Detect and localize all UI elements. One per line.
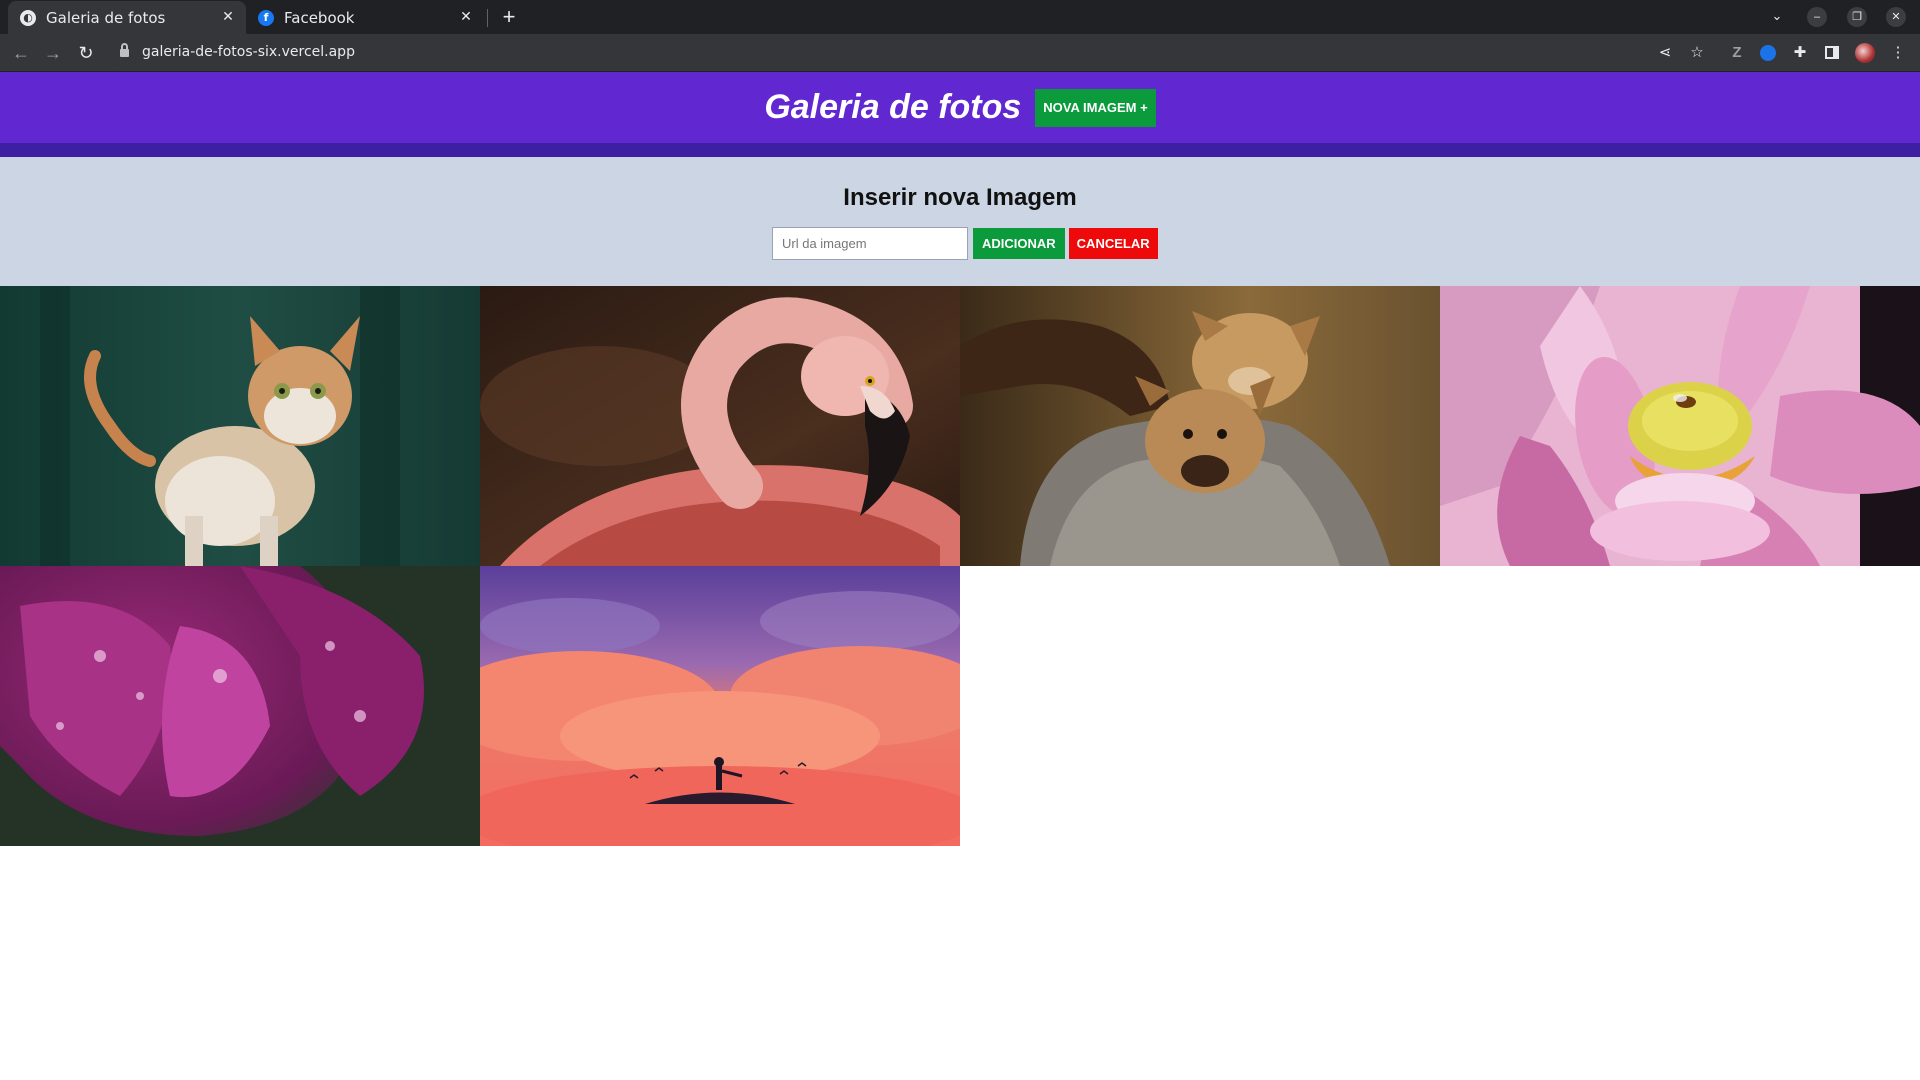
page-title: Galeria de fotos	[764, 88, 1022, 126]
close-window-button[interactable]: ✕	[1886, 7, 1906, 27]
header-divider-bar	[0, 143, 1920, 157]
image-url-input[interactable]	[772, 227, 968, 260]
new-image-button[interactable]: NOVA IMAGEM +	[1035, 88, 1156, 127]
extension-z-icon[interactable]: Z	[1727, 43, 1747, 63]
profile-avatar[interactable]	[1855, 43, 1875, 63]
extension-shazam-icon[interactable]	[1758, 43, 1778, 63]
cancel-button[interactable]: CANCELAR	[1068, 228, 1158, 259]
address-url[interactable]: galeria-de-fotos-six.vercel.app	[142, 44, 355, 60]
browser-toolbar: ← → ↻ galeria-de-fotos-six.vercel.app ⋖ …	[0, 34, 1920, 72]
puppies-image	[960, 286, 1440, 566]
back-arrow-icon[interactable]: ←	[10, 42, 32, 64]
close-tab-icon[interactable]: ✕	[458, 9, 474, 25]
tab-title: Galeria de fotos	[46, 8, 166, 27]
page: Galeria de fotos NOVA IMAGEM + Inserir n…	[0, 72, 1920, 1080]
site-header: Galeria de fotos NOVA IMAGEM +	[0, 72, 1920, 143]
gallery-image-flamingo[interactable]	[480, 286, 960, 566]
share-icon[interactable]: ⋖	[1655, 43, 1675, 63]
forward-arrow-icon[interactable]: →	[42, 42, 64, 64]
address-bar[interactable]: galeria-de-fotos-six.vercel.app	[108, 37, 1648, 69]
globe-icon: ◐	[20, 9, 36, 26]
gallery-image-cat[interactable]	[0, 286, 480, 566]
gallery-image-cloud-hill[interactable]	[480, 566, 960, 846]
tab-facebook[interactable]: f Facebook ✕	[246, 1, 484, 34]
tab-title: Facebook	[284, 8, 355, 27]
bookmark-star-icon[interactable]: ☆	[1687, 43, 1707, 63]
flamingo-image	[480, 286, 960, 566]
gallery-image-puppies[interactable]	[960, 286, 1440, 566]
form-heading: Inserir nova Imagem	[843, 184, 1077, 211]
browser-tab-strip: ◐ Galeria de fotos ✕ f Facebook ✕ + ⌄ – …	[0, 0, 1920, 34]
cloud-hill-image	[480, 566, 960, 846]
more-menu-icon[interactable]: ⋮	[1888, 43, 1908, 63]
restore-button[interactable]: ❐	[1847, 7, 1867, 27]
new-image-form: Inserir nova Imagem ADICIONAR CANCELAR	[0, 157, 1920, 286]
gallery-image-purple-petals[interactable]	[0, 566, 480, 846]
lock-icon	[120, 43, 129, 58]
tab-galeria-de-fotos[interactable]: ◐ Galeria de fotos ✕	[8, 1, 246, 34]
gallery-image-lotus[interactable]	[1440, 286, 1920, 566]
extensions-puzzle-icon[interactable]: ✚	[1790, 43, 1810, 63]
purple-petals-image	[0, 566, 480, 846]
tab-search-chevron-icon[interactable]: ⌄	[1768, 8, 1786, 26]
add-button[interactable]: ADICIONAR	[973, 228, 1065, 259]
new-tab-button[interactable]: +	[498, 4, 520, 30]
cat-image	[0, 286, 480, 566]
lotus-image	[1440, 286, 1920, 566]
facebook-icon: f	[258, 9, 274, 26]
close-tab-icon[interactable]: ✕	[220, 9, 236, 25]
form-row: ADICIONAR CANCELAR	[772, 227, 1158, 260]
minimize-button[interactable]: –	[1807, 7, 1827, 27]
side-panel-icon[interactable]	[1822, 43, 1842, 63]
tab-divider	[487, 9, 488, 27]
reload-icon[interactable]: ↻	[75, 42, 97, 64]
